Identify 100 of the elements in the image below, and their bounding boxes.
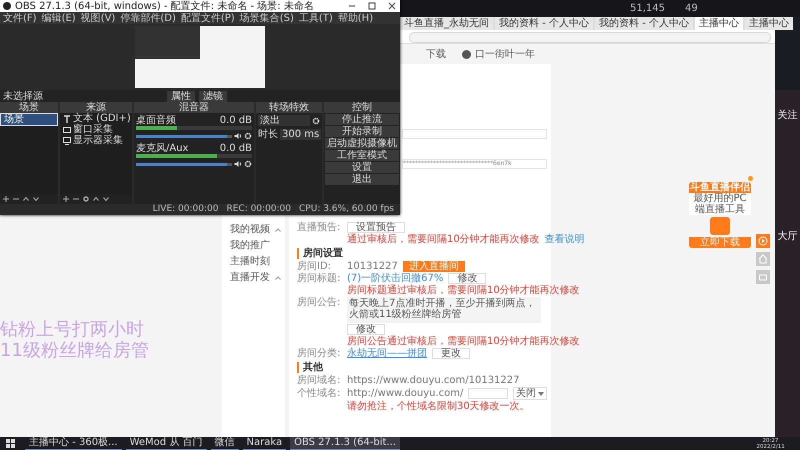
- status-text: CPU: 3.6%, 60.00 fps: [299, 204, 394, 215]
- overlay-text: 11级粉丝牌给房管: [0, 340, 150, 361]
- text-icon: [63, 114, 71, 122]
- domain-field[interactable]: [468, 388, 508, 399]
- browser-tab[interactable]: 主播中心: [744, 17, 793, 30]
- note-text: 请勿抢注，个性域名限制30天修改一次。: [347, 401, 530, 412]
- toolbar-button[interactable]: 属性: [167, 90, 195, 102]
- volume-reading: 0.0 dB: [220, 115, 252, 126]
- dock-header: 转场特效: [256, 102, 322, 113]
- settings-icon[interactable]: [83, 196, 89, 202]
- preview-button[interactable]: 设置预告: [347, 222, 405, 233]
- change-button[interactable]: 更改: [432, 348, 470, 359]
- room-url: https://www.douyu.com/10131227: [347, 375, 520, 386]
- field-label: 时长: [258, 129, 278, 140]
- minus-icon[interactable]: [13, 196, 19, 202]
- taskbar-app[interactable]: Naraka: [242, 437, 286, 450]
- field-label: 房间ID:: [297, 261, 332, 272]
- field-label: 房间分类:: [297, 348, 342, 359]
- section-heading: 其他: [297, 362, 547, 373]
- note-text: 房间公告通过审核后，需要间隔10分钟才能再次修改: [347, 336, 580, 347]
- minus-icon[interactable]: [73, 196, 79, 202]
- status-dropdown[interactable]: 关闭: [513, 387, 547, 400]
- speaker-icon[interactable]: [234, 132, 242, 140]
- sidebar-item[interactable]: 我的视频: [230, 224, 270, 235]
- toolbar-button[interactable]: 滤镜: [199, 90, 227, 102]
- note-text: 通过审核后，需要间隔10分钟才能再次修改: [347, 234, 540, 245]
- room-id: 10131227: [347, 261, 398, 272]
- side-label[interactable]: 大厅: [778, 231, 798, 242]
- channel-name: 桌面音频: [136, 115, 176, 126]
- caret-icon[interactable]: [538, 392, 544, 396]
- browser-tab[interactable]: 斗鱼直播_永劫无间: [400, 17, 493, 30]
- volume-reading: 0.0 dB: [220, 143, 252, 154]
- control-button[interactable]: 停止推流: [325, 114, 399, 125]
- close-icon[interactable]: [388, 2, 396, 10]
- maximize-icon[interactable]: [368, 2, 376, 10]
- note-text: 房间标题通过审核后，需要间隔10分钟才能再次修改: [347, 285, 580, 296]
- menu-item[interactable]: 帮助(H): [338, 12, 374, 24]
- menu-item[interactable]: 工具(T): [298, 12, 333, 24]
- app-logo-icon: [710, 217, 730, 235]
- source-item[interactable]: 显示器采集: [73, 135, 123, 146]
- field-label: 房间域名:: [297, 375, 342, 386]
- field-label: 直播预告:: [297, 222, 342, 233]
- play-icon[interactable]: [756, 234, 770, 248]
- taskbar-app[interactable]: OBS 27.1.3 (64-bit...: [290, 437, 400, 450]
- field-label: 房间公告:: [297, 297, 342, 308]
- menu-item[interactable]: 配置文件(P): [180, 12, 235, 24]
- app-logo-icon: [3, 2, 11, 10]
- duration-field[interactable]: 300 ms: [280, 129, 322, 140]
- scene-item[interactable]: 场景: [0, 113, 58, 126]
- browser-tab[interactable]: 我的资料 - 个人中心: [495, 17, 593, 30]
- plus-icon[interactable]: [63, 196, 69, 202]
- room-title: (7)一阶伏击回撤67%: [347, 273, 444, 284]
- menu-item[interactable]: 视图(V): [80, 12, 116, 24]
- windows-start-icon[interactable]: [6, 439, 15, 448]
- sidebar-item[interactable]: 直播开发: [230, 272, 270, 283]
- window-icon: [63, 126, 71, 134]
- stat-count: 49: [685, 3, 698, 14]
- edit-button[interactable]: 修改: [347, 324, 385, 335]
- plus-icon[interactable]: [3, 196, 9, 202]
- menu-item[interactable]: 编辑(E): [42, 12, 76, 24]
- side-label[interactable]: 关注: [778, 110, 798, 121]
- user-name[interactable]: 口一街叶一年: [475, 48, 535, 60]
- control-button[interactable]: 退出: [325, 174, 399, 185]
- sidebar-item[interactable]: 主播时刻: [230, 256, 270, 267]
- menu-item[interactable]: 场景集合(S): [240, 12, 294, 24]
- control-button[interactable]: 工作室模式: [325, 150, 399, 161]
- monitor-icon: [63, 136, 71, 144]
- taskbar-app[interactable]: 主播中心 - 360极...: [25, 437, 122, 450]
- control-button[interactable]: 设置: [325, 162, 399, 173]
- status-text: REC: 00:00:00: [226, 204, 292, 215]
- control-button[interactable]: 开始录制: [325, 126, 399, 137]
- taskbar-app[interactable]: 微信: [210, 437, 238, 450]
- browser-tab[interactable]: 主播中心: [694, 17, 743, 30]
- sidebar-item[interactable]: 我的推广: [230, 240, 270, 251]
- section-heading: 房间设置: [297, 248, 547, 259]
- window-title: OBS 27.1.3 (64-bit, windows) - 配置文件: 未命名 - 场景: 未命名: [15, 0, 314, 12]
- status-text: 未选择源: [3, 90, 43, 102]
- field-label: 房间标题:: [297, 273, 342, 284]
- stat-count: 51,145: [630, 3, 665, 14]
- menu-item[interactable]: 文件(F): [3, 12, 37, 24]
- avatar-icon[interactable]: [462, 50, 471, 58]
- control-button[interactable]: 启动虚拟摄像机: [325, 138, 399, 149]
- chevron-up-icon[interactable]: [275, 276, 281, 280]
- edit-button[interactable]: 修改: [448, 273, 486, 284]
- taskbar-app[interactable]: WeMod 从 百门: [126, 437, 206, 450]
- transition-dropdown[interactable]: 淡出: [258, 115, 310, 126]
- browser-tab[interactable]: 我的资料 - 个人中心: [594, 17, 693, 30]
- source-item[interactable]: 文本 (GDI+): [73, 113, 131, 124]
- speaker-icon[interactable]: [234, 160, 242, 168]
- overlay-text: 钻粉上号打两小时: [0, 319, 145, 340]
- menu-item[interactable]: 停靠部件(D): [120, 12, 176, 24]
- source-item[interactable]: 窗口采集: [73, 124, 113, 135]
- ad-title: 斗鱼直播伴侣: [689, 182, 751, 193]
- dock-header: 场景: [0, 102, 58, 113]
- input-field[interactable]: [402, 129, 547, 139]
- url-prefix: http://www.douyu.com/: [347, 388, 464, 399]
- dock-header: 控制: [324, 102, 400, 113]
- chevron-up-icon[interactable]: [275, 228, 281, 232]
- notice-field[interactable]: 每天晚上7点准时开播，至少开播到两点，火箭或11级粉丝牌给房管: [347, 297, 541, 323]
- download-link[interactable]: 下载: [426, 48, 446, 60]
